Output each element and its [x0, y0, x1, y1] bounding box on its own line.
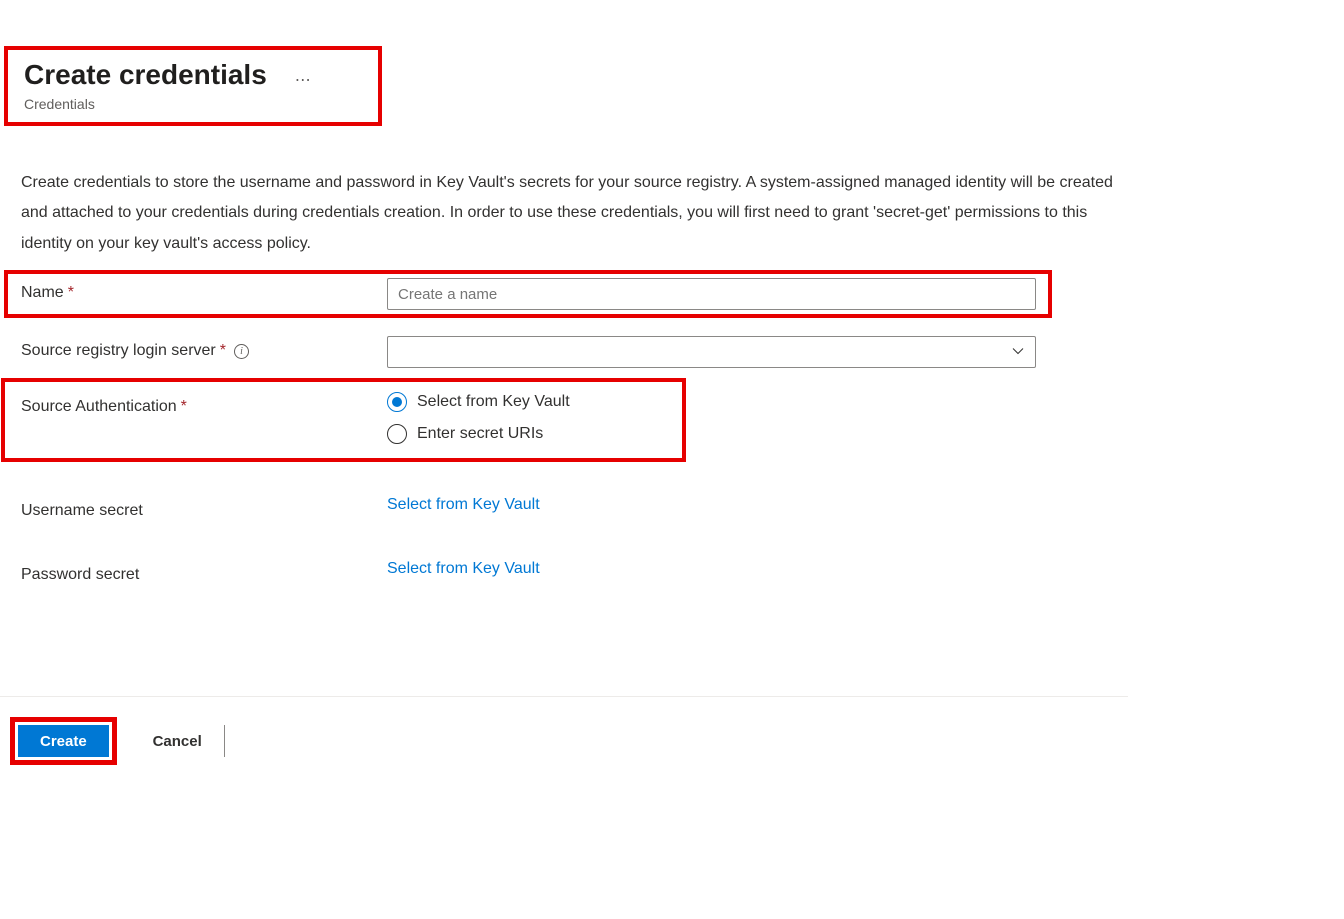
more-options-icon[interactable]: ⋯ [295, 70, 312, 90]
username-secret-select-link[interactable]: Select from Key Vault [387, 496, 540, 513]
source-registry-select[interactable] [387, 336, 1036, 368]
page-header: Create credentials ⋯ Credentials [4, 46, 382, 126]
page-title: Create credentials [24, 58, 267, 92]
radio-enter-uris[interactable]: Enter secret URIs [387, 424, 682, 444]
username-secret-label: Username secret [0, 492, 387, 530]
info-icon[interactable]: i [234, 344, 249, 359]
required-indicator: * [220, 342, 226, 360]
name-input[interactable] [387, 278, 1036, 310]
source-registry-label: Source registry login server * i [0, 332, 387, 370]
radio-icon-unselected [387, 424, 407, 444]
credentials-form: Name * Source registry login server * i … [0, 270, 1060, 594]
name-row: Name * [4, 270, 1052, 318]
source-auth-row: Source Authentication * Select from Key … [1, 378, 686, 462]
required-indicator: * [181, 398, 187, 416]
password-secret-label: Password secret [0, 556, 387, 594]
page-description: Create credentials to store the username… [21, 168, 1121, 259]
username-secret-row: Username secret Select from Key Vault [0, 492, 1060, 530]
radio-label: Select from Key Vault [417, 393, 570, 411]
create-button-highlight: Create [10, 717, 117, 765]
source-auth-label: Source Authentication * [5, 382, 387, 426]
source-registry-input[interactable] [387, 336, 1036, 368]
password-secret-row: Password secret Select from Key Vault [0, 556, 1060, 594]
radio-icon-selected [387, 392, 407, 412]
create-button[interactable]: Create [18, 725, 109, 757]
name-label: Name * [8, 274, 387, 312]
source-registry-row: Source registry login server * i [0, 332, 1060, 372]
required-indicator: * [68, 284, 74, 302]
footer-actions: Create Cancel [0, 696, 1128, 765]
source-auth-radio-group: Select from Key Vault Enter secret URIs [387, 392, 682, 444]
radio-label: Enter secret URIs [417, 425, 543, 443]
password-secret-select-link[interactable]: Select from Key Vault [387, 560, 540, 577]
cancel-button[interactable]: Cancel [139, 725, 225, 757]
page-subtitle: Credentials [24, 96, 364, 112]
radio-select-keyvault[interactable]: Select from Key Vault [387, 392, 682, 412]
